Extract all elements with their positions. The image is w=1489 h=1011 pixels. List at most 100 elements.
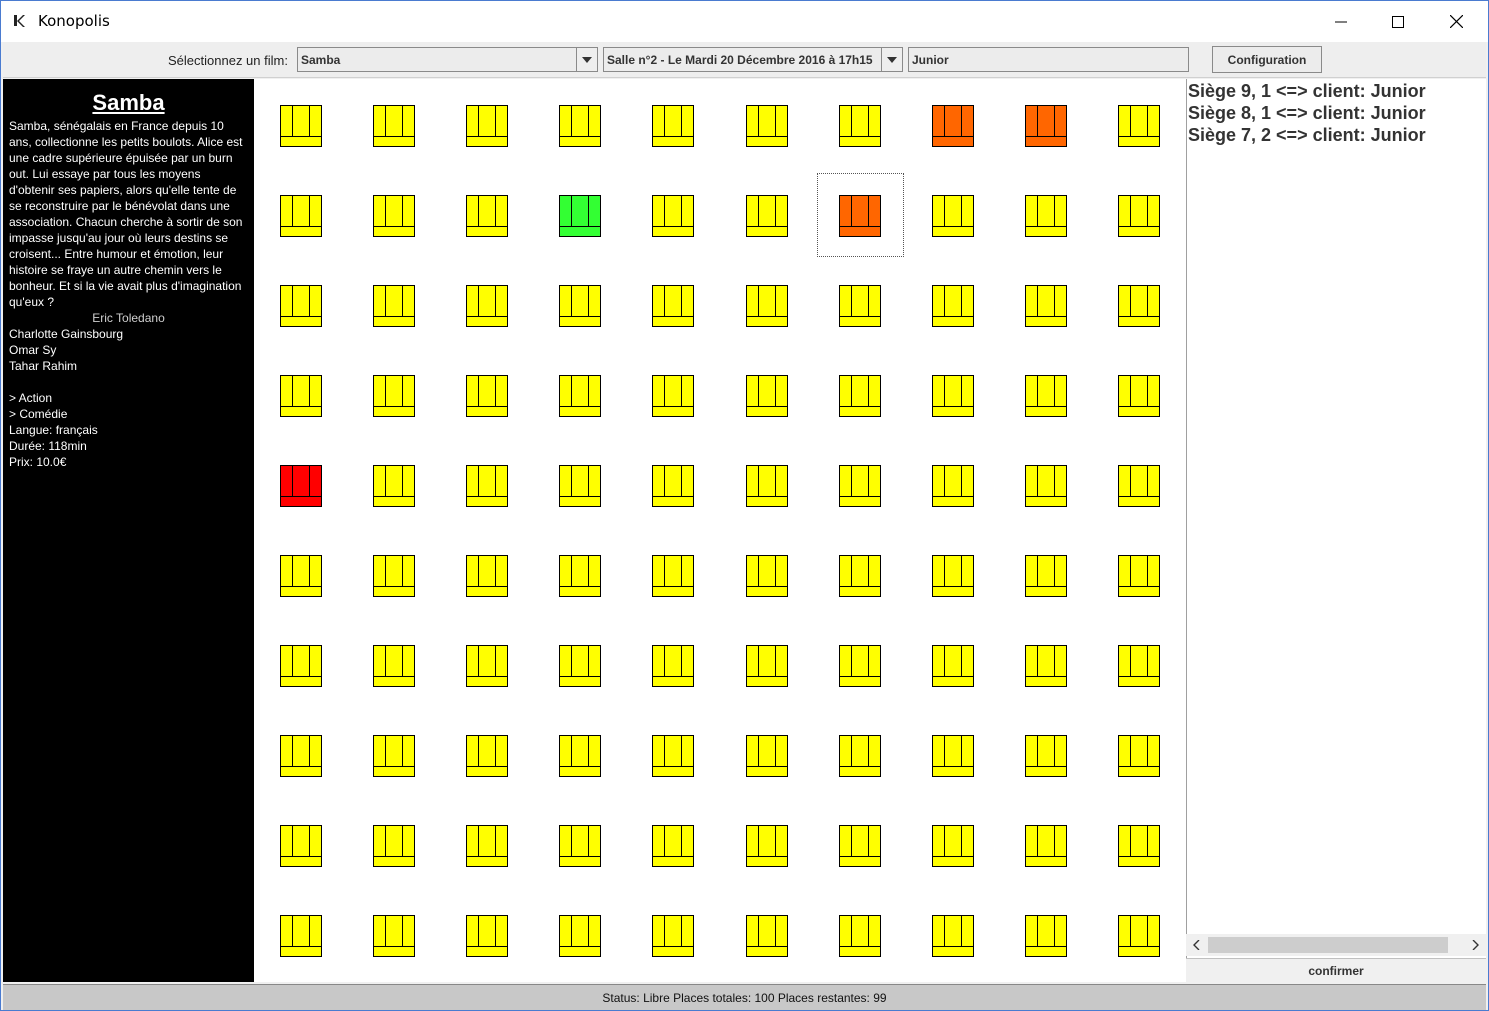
reservation-item[interactable]: Siège 7, 2 <=> client: Junior	[1188, 125, 1426, 146]
seat-2-8[interactable]	[373, 735, 415, 777]
seat-7-3[interactable]	[839, 285, 881, 327]
seat-3-10[interactable]	[466, 915, 508, 957]
seat-1-6[interactable]	[280, 555, 322, 597]
seat-9-5[interactable]	[1025, 465, 1067, 507]
seat-1-3[interactable]	[280, 285, 322, 327]
seat-5-6[interactable]	[652, 555, 694, 597]
seat-10-5[interactable]	[1118, 465, 1160, 507]
seat-9-4[interactable]	[1025, 375, 1067, 417]
chevron-down-icon[interactable]	[881, 48, 902, 71]
seat-6-1[interactable]	[746, 105, 788, 147]
seat-7-8[interactable]	[839, 735, 881, 777]
seat-8-7[interactable]	[932, 645, 974, 687]
seat-5-3[interactable]	[652, 285, 694, 327]
seat-10-7[interactable]	[1118, 645, 1160, 687]
seat-2-7[interactable]	[373, 645, 415, 687]
seat-5-9[interactable]	[652, 825, 694, 867]
seat-3-5[interactable]	[466, 465, 508, 507]
seat-4-8[interactable]	[559, 735, 601, 777]
seat-3-3[interactable]	[466, 285, 508, 327]
seat-9-6[interactable]	[1025, 555, 1067, 597]
seat-1-9[interactable]	[280, 825, 322, 867]
seat-6-6[interactable]	[746, 555, 788, 597]
seat-7-10[interactable]	[839, 915, 881, 957]
seat-8-2[interactable]	[932, 195, 974, 237]
seat-2-3[interactable]	[373, 285, 415, 327]
chevron-left-icon[interactable]	[1189, 937, 1205, 953]
seat-5-4[interactable]	[652, 375, 694, 417]
seat-1-5[interactable]	[280, 465, 322, 507]
minimize-button[interactable]	[1312, 1, 1370, 42]
session-select[interactable]: Salle n°2 - Le Mardi 20 Décembre 2016 à …	[603, 47, 903, 72]
seat-9-7[interactable]	[1025, 645, 1067, 687]
configuration-button[interactable]: Configuration	[1212, 46, 1322, 73]
seat-5-8[interactable]	[652, 735, 694, 777]
seat-4-4[interactable]	[559, 375, 601, 417]
seat-1-10[interactable]	[280, 915, 322, 957]
seat-6-7[interactable]	[746, 645, 788, 687]
seat-3-6[interactable]	[466, 555, 508, 597]
seat-5-1[interactable]	[652, 105, 694, 147]
seat-4-7[interactable]	[559, 645, 601, 687]
seat-7-1[interactable]	[839, 105, 881, 147]
seat-5-10[interactable]	[652, 915, 694, 957]
seat-4-3[interactable]	[559, 285, 601, 327]
seat-8-8[interactable]	[932, 735, 974, 777]
seat-6-5[interactable]	[746, 465, 788, 507]
seat-1-7[interactable]	[280, 645, 322, 687]
close-button[interactable]	[1427, 1, 1485, 42]
seat-4-2[interactable]	[559, 195, 601, 237]
seat-3-8[interactable]	[466, 735, 508, 777]
seat-8-6[interactable]	[932, 555, 974, 597]
seat-3-1[interactable]	[466, 105, 508, 147]
maximize-button[interactable]	[1369, 1, 1427, 42]
horizontal-scrollbar[interactable]	[1186, 934, 1486, 956]
confirm-button[interactable]: confirmer	[1186, 958, 1486, 982]
seat-8-3[interactable]	[932, 285, 974, 327]
seat-8-5[interactable]	[932, 465, 974, 507]
seat-6-4[interactable]	[746, 375, 788, 417]
client-name-field[interactable]: Junior	[908, 47, 1189, 72]
seat-4-9[interactable]	[559, 825, 601, 867]
seat-5-7[interactable]	[652, 645, 694, 687]
seat-10-6[interactable]	[1118, 555, 1160, 597]
seat-2-9[interactable]	[373, 825, 415, 867]
seat-10-3[interactable]	[1118, 285, 1160, 327]
seat-9-3[interactable]	[1025, 285, 1067, 327]
chevron-down-icon[interactable]	[576, 48, 597, 71]
seat-8-1[interactable]	[932, 105, 974, 147]
seat-10-4[interactable]	[1118, 375, 1160, 417]
seat-1-2[interactable]	[280, 195, 322, 237]
seat-6-3[interactable]	[746, 285, 788, 327]
seat-6-9[interactable]	[746, 825, 788, 867]
title-bar[interactable]: Konopolis	[1, 1, 1488, 42]
seat-7-9[interactable]	[839, 825, 881, 867]
seat-2-5[interactable]	[373, 465, 415, 507]
reservation-item[interactable]: Siège 9, 1 <=> client: Junior	[1188, 81, 1426, 102]
seat-8-10[interactable]	[932, 915, 974, 957]
seat-7-7[interactable]	[839, 645, 881, 687]
film-select[interactable]: Samba	[297, 47, 598, 72]
seat-6-8[interactable]	[746, 735, 788, 777]
seat-3-4[interactable]	[466, 375, 508, 417]
seat-1-4[interactable]	[280, 375, 322, 417]
seat-7-5[interactable]	[839, 465, 881, 507]
seat-9-1[interactable]	[1025, 105, 1067, 147]
seat-5-5[interactable]	[652, 465, 694, 507]
seat-3-9[interactable]	[466, 825, 508, 867]
seat-5-2[interactable]	[652, 195, 694, 237]
reservation-item[interactable]: Siège 8, 1 <=> client: Junior	[1188, 103, 1426, 124]
seat-3-7[interactable]	[466, 645, 508, 687]
seat-9-2[interactable]	[1025, 195, 1067, 237]
seat-2-2[interactable]	[373, 195, 415, 237]
seat-9-8[interactable]	[1025, 735, 1067, 777]
seat-2-10[interactable]	[373, 915, 415, 957]
seat-4-1[interactable]	[559, 105, 601, 147]
scrollbar-thumb[interactable]	[1208, 937, 1448, 953]
seat-10-9[interactable]	[1118, 825, 1160, 867]
seat-2-4[interactable]	[373, 375, 415, 417]
seat-4-6[interactable]	[559, 555, 601, 597]
seat-10-10[interactable]	[1118, 915, 1160, 957]
seat-6-2[interactable]	[746, 195, 788, 237]
seat-1-1[interactable]	[280, 105, 322, 147]
